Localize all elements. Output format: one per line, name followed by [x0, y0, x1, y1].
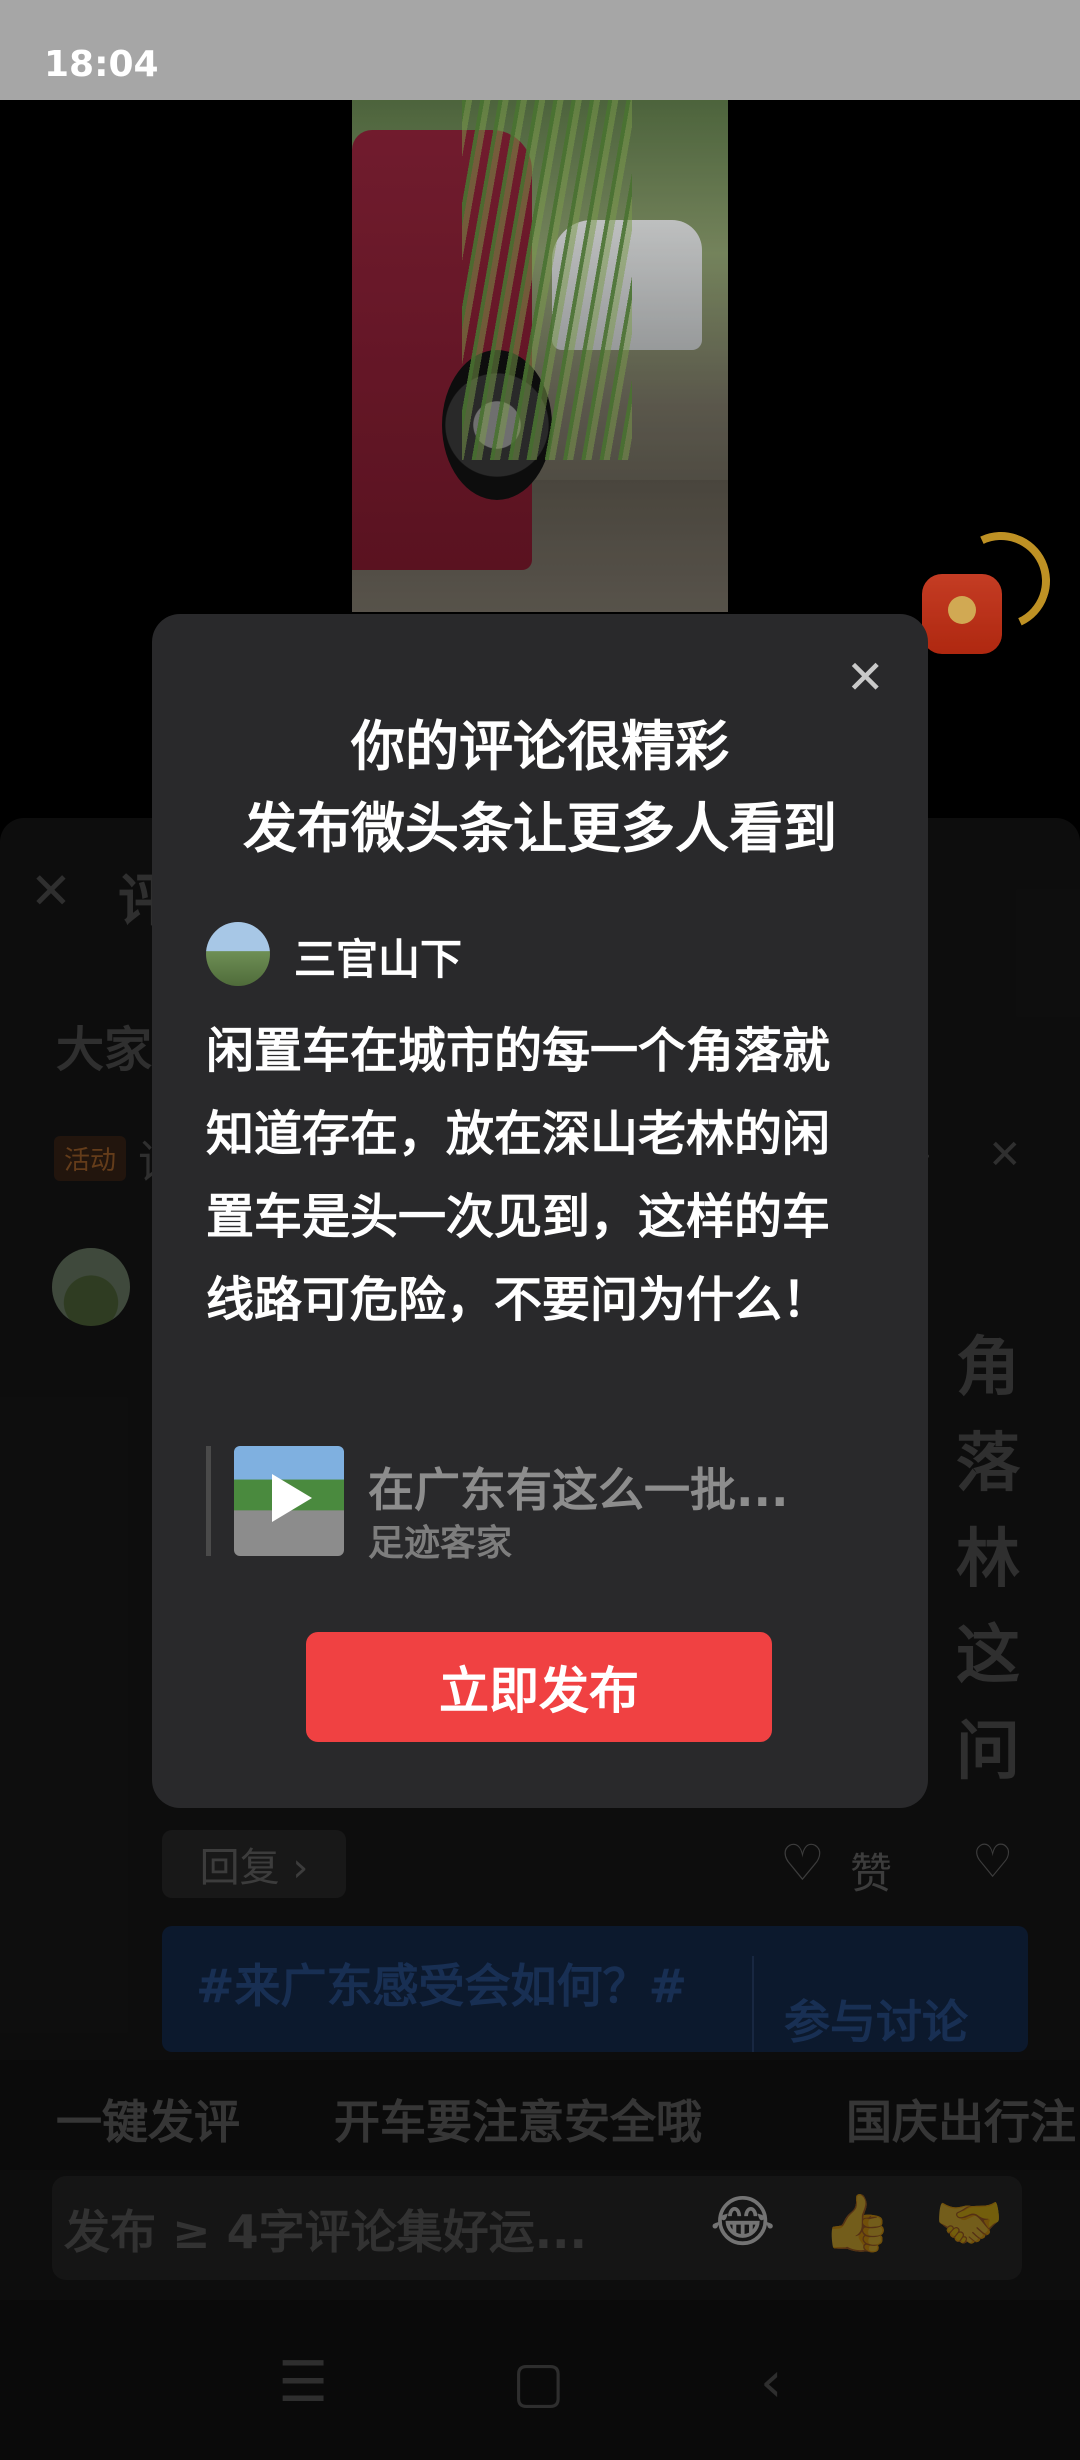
author-avatar [206, 922, 270, 986]
dialog-title-line2: 发布微头条让更多人看到 [243, 797, 837, 860]
dialog-title-line1: 你的评论很精彩 [351, 715, 729, 778]
status-bar [0, 0, 1080, 100]
quoted-video-title: 在广东有这么一批... [368, 1463, 789, 1517]
back-icon[interactable]: ‹ [760, 2350, 782, 2415]
play-icon [272, 1474, 312, 1522]
publish-now-button[interactable]: 立即发布 [306, 1632, 772, 1742]
home-icon[interactable]: ▢ [512, 2350, 565, 2415]
quoted-video-author: 足迹客家 [368, 1523, 513, 1564]
status-time: 18:04 [44, 44, 159, 85]
comment-body: 闲置车在城市的每一个角落就知道存在，放在深山老林的闲置车是头一次见到，这样的车线… [206, 1023, 831, 1328]
quoted-video-thumbnail [234, 1446, 344, 1556]
quote-bar [206, 1446, 211, 1556]
author-name: 三官山下 [294, 935, 463, 984]
dialog-close-icon[interactable]: ✕ [846, 650, 885, 704]
menu-icon[interactable]: ☰ [278, 2350, 328, 2415]
